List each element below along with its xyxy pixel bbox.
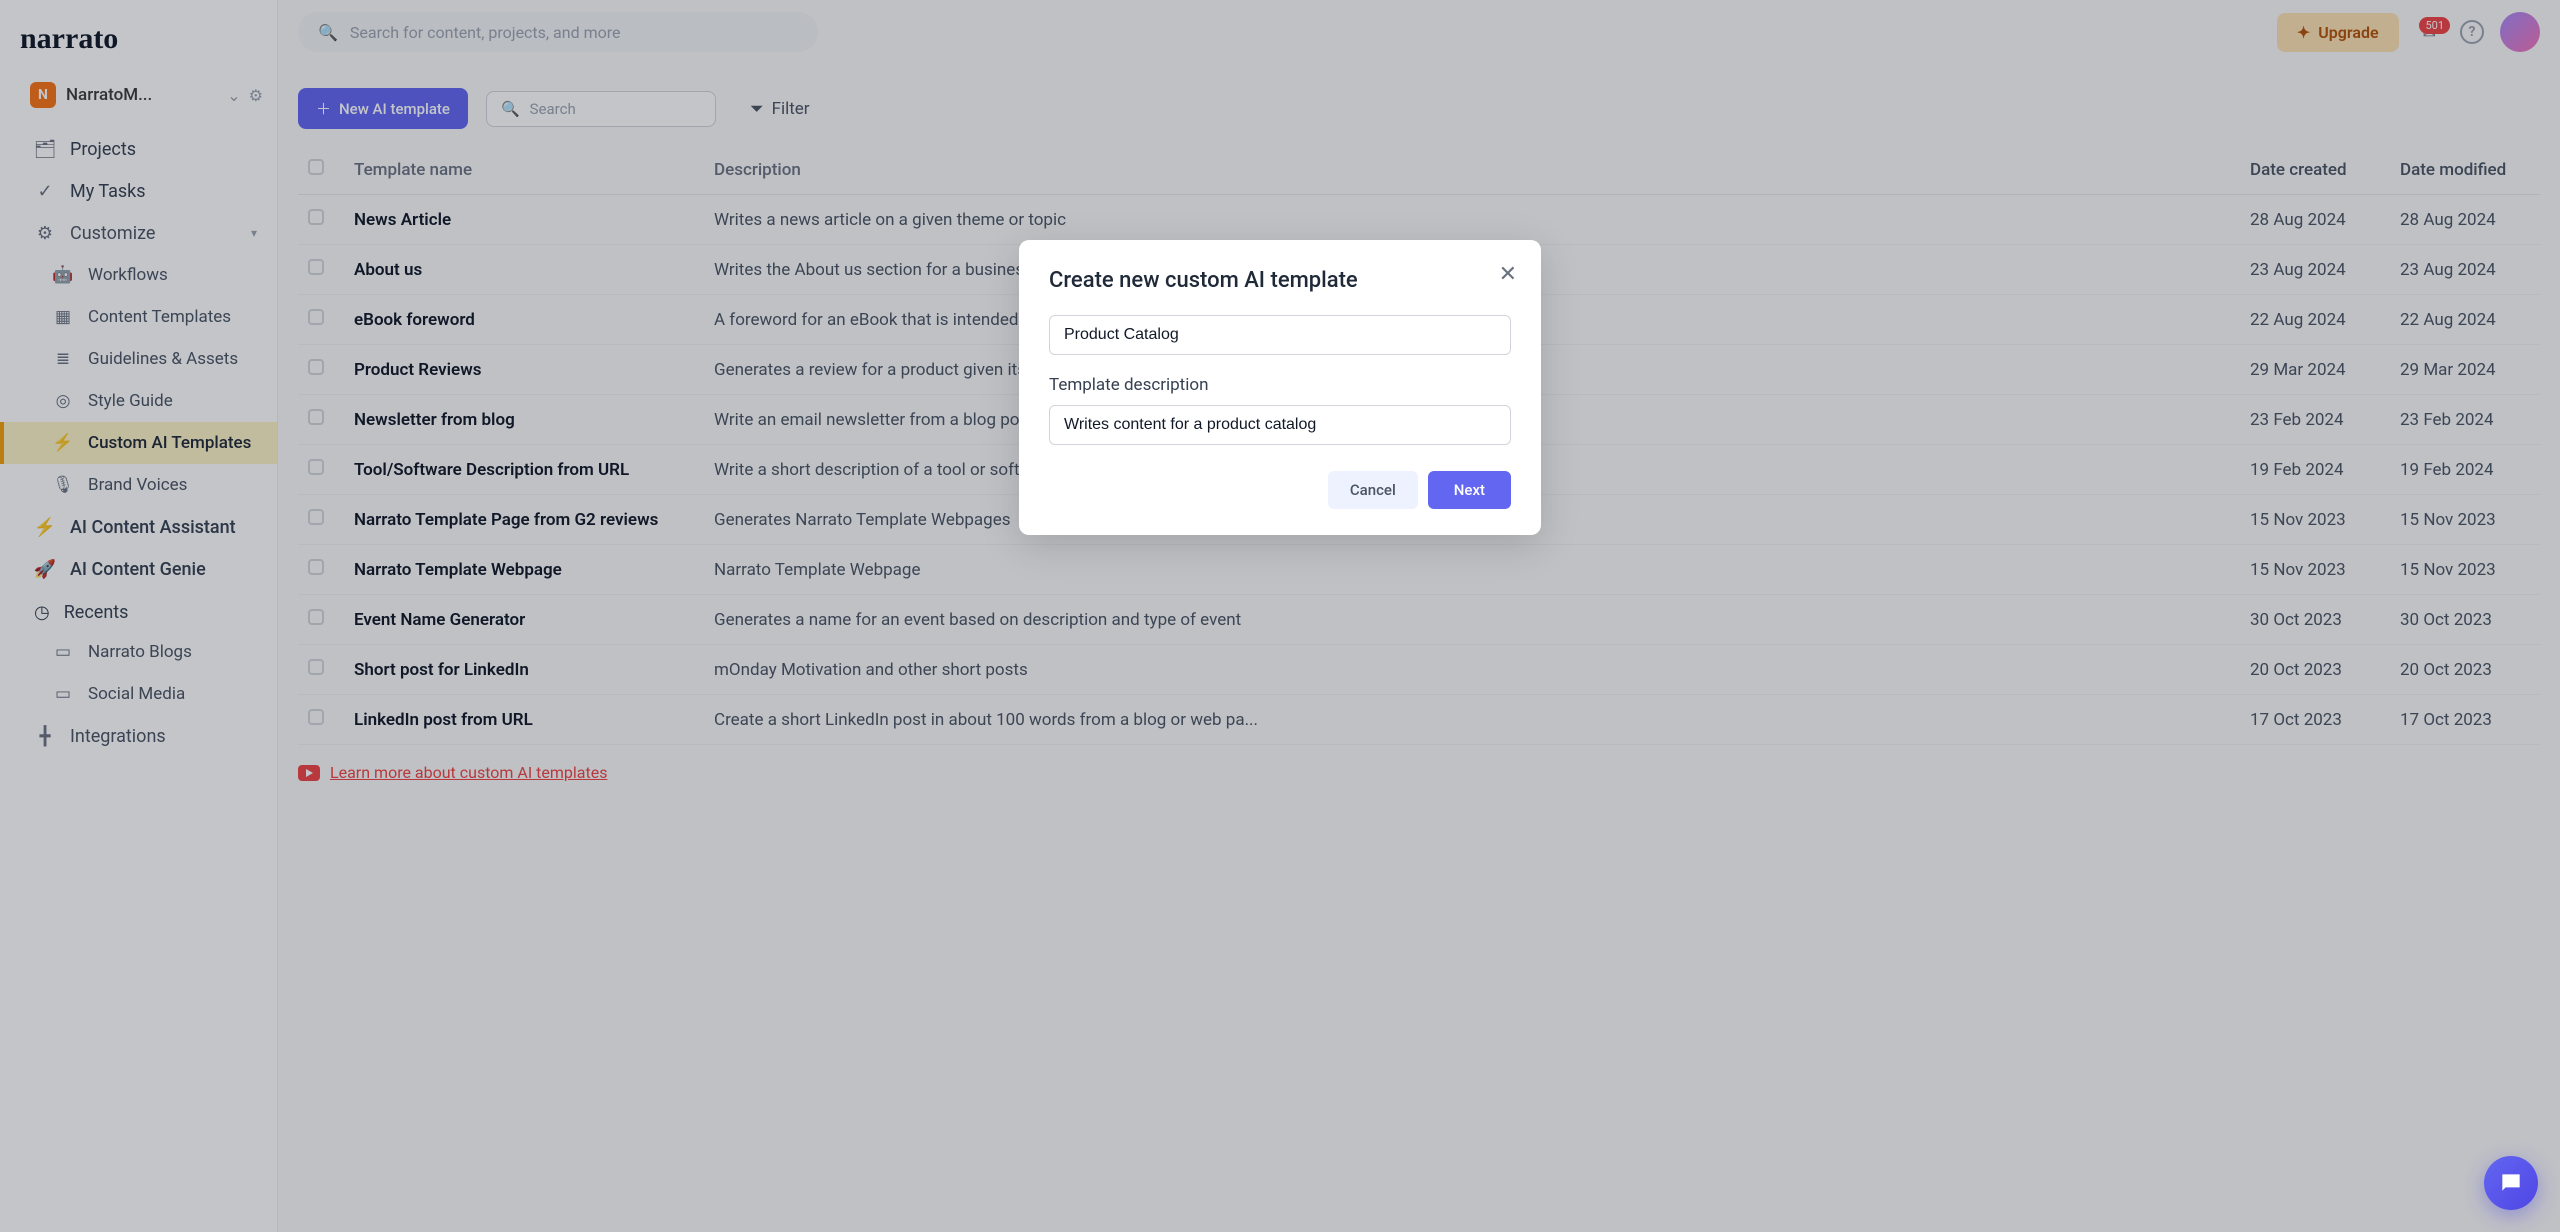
template-name-input[interactable]	[1049, 315, 1511, 355]
cancel-button[interactable]: Cancel	[1328, 471, 1418, 509]
next-button[interactable]: Next	[1428, 471, 1511, 509]
template-description-input[interactable]	[1049, 405, 1511, 445]
modal-title: Create new custom AI template	[1049, 268, 1511, 293]
chat-icon	[2498, 1170, 2524, 1196]
create-template-modal: Create new custom AI template ✕ Template…	[1019, 240, 1541, 535]
chat-fab[interactable]	[2484, 1156, 2538, 1210]
template-description-label: Template description	[1049, 375, 1511, 395]
close-icon[interactable]: ✕	[1499, 262, 1517, 287]
modal-overlay[interactable]: Create new custom AI template ✕ Template…	[0, 0, 2560, 1232]
